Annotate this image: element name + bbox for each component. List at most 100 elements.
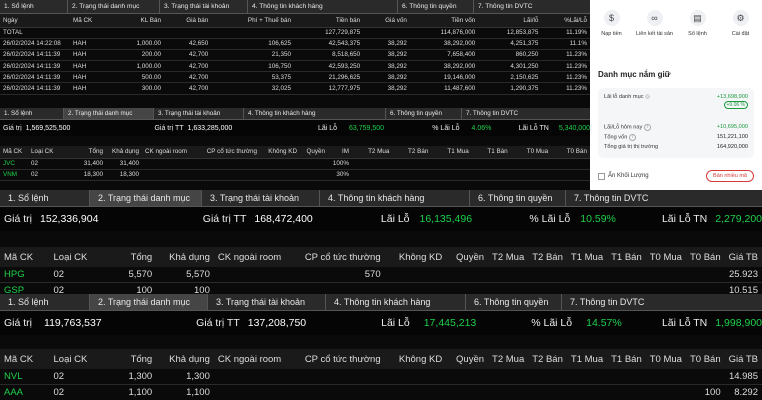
tab-so-lenh[interactable]: 1. Sổ lệnh bbox=[0, 294, 90, 310]
tab-so-lenh[interactable]: 1. Sổ lệnh bbox=[0, 0, 68, 13]
qa-label: Cài đặt bbox=[731, 31, 750, 37]
order-book-button[interactable]: ▤ Sổ lệnh bbox=[678, 10, 718, 48]
pct-lai-lo-value: 4.06% bbox=[471, 124, 492, 132]
hide-volume-toggle[interactable]: Ẩn Khối Lượng bbox=[598, 172, 649, 180]
cell: 106,625 bbox=[211, 38, 295, 50]
table-row[interactable]: 26/02/2024 14:11:39 HAH 300.00 42,700 32… bbox=[0, 82, 590, 95]
qa-label: Sổ lệnh bbox=[688, 31, 707, 37]
tab-thong-tin-dvtc[interactable]: 7. Thông tin DVTC bbox=[462, 108, 590, 119]
symbol-cell[interactable]: JVC bbox=[0, 158, 28, 170]
col-header: T0 Bán bbox=[685, 247, 725, 267]
holdings-table: Mã CK Loại CK Tổng Khả dụng CK ngoài roo… bbox=[0, 146, 590, 181]
symbol-cell[interactable]: GSP bbox=[0, 282, 50, 294]
lai-lo-tn-value: 2,279,200 bbox=[715, 213, 762, 225]
tab-so-lenh[interactable]: 1. Sổ lệnh bbox=[0, 190, 90, 206]
tab-trang-thai-tai-khoan[interactable]: 3. Trạng thái tài khoản bbox=[160, 0, 248, 13]
table-row[interactable]: GSP 02 100 100 10.515 bbox=[0, 282, 762, 294]
link-assets-button[interactable]: ∞ Liên kết tài sản bbox=[635, 10, 675, 48]
cell: 21,296,625 bbox=[294, 71, 364, 84]
info-icon[interactable]: i bbox=[629, 133, 637, 141]
col-header: Mã CK bbox=[0, 247, 50, 267]
cell: 02 bbox=[28, 169, 78, 181]
symbol-cell[interactable]: VNM bbox=[0, 169, 28, 181]
tab-trang-thai-tai-khoan[interactable]: 3. Trạng thái tài khoản bbox=[202, 190, 320, 206]
tab-so-lenh[interactable]: 1. Sổ lệnh bbox=[0, 108, 64, 119]
tab-thong-tin-khach-hang[interactable]: 4. Thông tin khách hàng bbox=[326, 294, 466, 310]
col-header: T2 Mua bbox=[352, 146, 393, 159]
symbol-cell[interactable]: HPG bbox=[0, 267, 50, 283]
col-header: CP cổ tức thường bbox=[285, 349, 385, 369]
col-header: Không KD bbox=[384, 247, 447, 267]
tab-thong-tin-quyen[interactable]: 6. Thông tin quyền bbox=[386, 108, 462, 119]
table-row[interactable]: NVL 02 1,300 1,300 14.985 bbox=[0, 369, 762, 385]
lai-lo-label: Lãi Lỗ bbox=[317, 124, 338, 132]
col-header: CK ngoài room bbox=[213, 349, 286, 369]
table-row[interactable]: 26/02/2024 14:11:39 HAH 1,000.00 42,700 … bbox=[0, 60, 590, 73]
col-header: T1 Bán bbox=[471, 146, 511, 159]
col-header: Quyền bbox=[300, 146, 328, 159]
col-header: Loại CK bbox=[28, 146, 78, 159]
table-row[interactable]: AAA 02 1,100 1,100 100 8.292 bbox=[0, 384, 762, 400]
lai-lo-tn-value: 5,340,000 bbox=[558, 124, 590, 132]
portfolio-panel-nvl: 1. Sổ lệnh 2. Trạng thái danh mục 3. Trạ… bbox=[0, 294, 762, 400]
col-header: Phí + Thuế bán bbox=[211, 14, 295, 28]
cell: 5,570 bbox=[156, 267, 214, 283]
cell bbox=[285, 282, 385, 294]
total-row: TOTAL 127,729,875 114,876,000 12,853,875… bbox=[0, 27, 590, 39]
cell: 1,290,375 bbox=[478, 82, 542, 95]
tab-trang-thai-danh-muc[interactable]: 2. Trạng thái danh mục bbox=[90, 294, 208, 310]
cell: 11,487,600 bbox=[409, 82, 479, 95]
tab-thong-tin-quyen[interactable]: 6. Thông tin quyền bbox=[466, 294, 562, 310]
cell: 100 bbox=[99, 282, 157, 294]
table-row[interactable]: VNM 02 18,300 18,300 30% bbox=[0, 169, 590, 181]
table-row[interactable]: JVC 02 31,400 31,400 100% bbox=[0, 158, 590, 170]
qa-label: Liên kết tài sản bbox=[636, 31, 673, 37]
info-icon[interactable]: i bbox=[644, 123, 652, 131]
tab-trang-thai-danh-muc[interactable]: 2. Trạng thái danh mục bbox=[90, 190, 202, 206]
tab-bar: 1. Sổ lệnh 2. Trạng thái danh mục 3. Trạ… bbox=[0, 0, 590, 14]
gia-tri-value: 119,763,537 bbox=[44, 317, 102, 329]
table-row[interactable]: HPG 02 5,570 5,570 570 25.923 bbox=[0, 267, 762, 283]
cell: 100% bbox=[328, 158, 352, 170]
tab-thong-tin-dvtc[interactable]: 7. Thông tin DVTC bbox=[474, 0, 590, 13]
cell bbox=[685, 369, 725, 385]
tab-thong-tin-dvtc[interactable]: 7. Thông tin DVTC bbox=[562, 294, 762, 310]
symbol-cell[interactable]: NVL bbox=[0, 369, 50, 385]
cell: 11.19% bbox=[541, 27, 590, 39]
eye-icon[interactable]: ◎ bbox=[645, 94, 650, 100]
cell: 10.515 bbox=[724, 282, 762, 294]
cell: 1,300 bbox=[156, 369, 214, 385]
notebook-icon: ▤ bbox=[689, 10, 706, 26]
tab-thong-tin-dvtc[interactable]: 7. Thông tin DVTC bbox=[566, 190, 762, 206]
tab-trang-thai-danh-muc[interactable]: 2. Trạng thái danh mục bbox=[64, 108, 154, 119]
tab-thong-tin-quyen[interactable]: 6. Thông tin quyền bbox=[398, 0, 474, 13]
lai-lo-tn-label: Lãi Lỗ TN bbox=[661, 317, 708, 329]
col-header: Khả dụng bbox=[156, 349, 214, 369]
sell-multiple-button[interactable]: Bán nhiều mã bbox=[706, 170, 754, 182]
cell: 26/02/2024 14:22:08 bbox=[0, 38, 70, 50]
gia-tri-tt-value: 168,472,400 bbox=[254, 213, 313, 225]
tab-thong-tin-khach-hang[interactable]: 4. Thông tin khách hàng bbox=[248, 0, 398, 13]
col-header: Tổng bbox=[99, 349, 157, 369]
col-header: Giá TB bbox=[724, 247, 762, 267]
table-row[interactable]: 26/02/2024 14:11:39 HAH 500.00 42,700 53… bbox=[0, 71, 590, 84]
cell: 32,025 bbox=[211, 82, 295, 95]
portfolio-card: Lãi lỗ danh mục ◎ +13,698,900 +9.06 % Lã… bbox=[598, 88, 754, 158]
tab-trang-thai-tai-khoan[interactable]: 3. Trạng thái tài khoản bbox=[154, 108, 244, 119]
deposit-button[interactable]: $ Nạp tiền bbox=[592, 10, 632, 48]
tab-trang-thai-danh-muc[interactable]: 2. Trạng thái danh mục bbox=[68, 0, 160, 13]
cell: 1,100 bbox=[99, 384, 157, 400]
tab-thong-tin-quyen[interactable]: 6. Thông tin quyền bbox=[470, 190, 566, 206]
cell: 11.23% bbox=[541, 71, 590, 84]
gia-tri-value: 152,336,904 bbox=[40, 213, 99, 225]
table-row[interactable]: 26/02/2024 14:11:39 HAH 200.00 42,700 21… bbox=[0, 49, 590, 62]
gia-tri-tt-label: Giá trị TT bbox=[196, 317, 240, 329]
col-header: %Lãi/Lỗ bbox=[541, 14, 590, 28]
tab-thong-tin-khach-hang[interactable]: 4. Thông tin khách hàng bbox=[320, 190, 470, 206]
table-row[interactable]: 26/02/2024 14:22:08 HAH 1,000.00 42,650 … bbox=[0, 38, 590, 50]
tab-trang-thai-tai-khoan[interactable]: 3. Trạng thái tài khoản bbox=[208, 294, 326, 310]
tab-thong-tin-khach-hang[interactable]: 4. Thông tin khách hàng bbox=[244, 108, 386, 119]
settings-button[interactable]: ⚙ Cài đặt bbox=[721, 10, 761, 48]
symbol-cell[interactable]: AAA bbox=[0, 384, 50, 400]
gia-tri-tt-value: 137,208,750 bbox=[247, 317, 307, 329]
